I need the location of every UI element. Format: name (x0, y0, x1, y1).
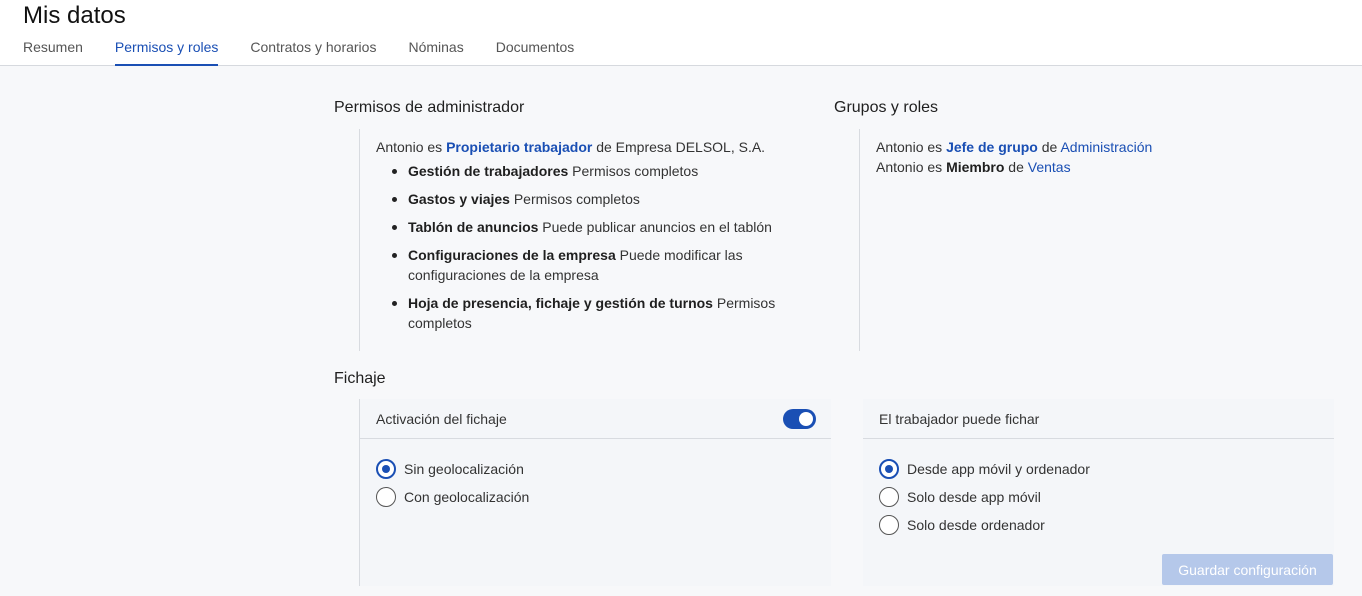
radio-sin-geolocalizacion[interactable]: Sin geolocalización (376, 459, 524, 479)
activation-toggle[interactable] (783, 409, 816, 429)
page-title: Mis datos (23, 2, 126, 29)
radio-label: Solo desde app móvil (907, 489, 1041, 505)
group-line-2: Antonio es Miembro de Ventas (876, 159, 1071, 175)
radio-unchecked[interactable] (879, 487, 899, 507)
permission-name: Gestión de trabajadores (408, 163, 569, 179)
group-line-text: de (1004, 159, 1028, 175)
permission-name: Configuraciones de la empresa (408, 247, 616, 263)
admin-permissions-list: Gestión de trabajadores Permisos complet… (392, 161, 792, 341)
tab-documentos[interactable]: Documentos (496, 38, 575, 66)
worker-panel-header: El trabajador puede fichar (863, 399, 1334, 439)
role-link-propietario[interactable]: Propietario trabajador (446, 139, 592, 155)
list-item: Configuraciones de la empresa Puede modi… (392, 245, 762, 285)
permission-desc: Puede publicar anuncios en el tablón (538, 219, 772, 235)
tab-nominas[interactable]: Nóminas (408, 38, 463, 66)
activation-panel: Activación del fichaje Sin geolocalizaci… (360, 399, 831, 586)
admin-intro: Antonio es Propietario trabajador de Emp… (376, 139, 765, 155)
group-line-text: de (1037, 139, 1061, 155)
admin-permissions-title: Permisos de administrador (334, 99, 525, 116)
tab-contratos-y-horarios[interactable]: Contratos y horarios (250, 38, 376, 66)
group-line-text: Antonio es (876, 159, 947, 175)
role-link-jefe[interactable]: Jefe de grupo (946, 139, 1038, 155)
radio-solo-ordenador[interactable]: Solo desde ordenador (879, 515, 1045, 535)
tab-bar: Resumen Permisos y roles Contratos y hor… (23, 38, 606, 66)
activation-panel-header: Activación del fichaje (360, 399, 831, 439)
role-miembro: Miembro (946, 159, 1005, 175)
worker-label: El trabajador puede fichar (879, 411, 1040, 427)
admin-intro-company: de Empresa DELSOL, S.A. (592, 139, 766, 155)
list-item: Tablón de anuncios Puede publicar anunci… (392, 217, 792, 237)
save-configuration-button[interactable]: Guardar configuración (1162, 554, 1333, 585)
list-item: Gastos y viajes Permisos completos (392, 189, 792, 209)
radio-label: Desde app móvil y ordenador (907, 461, 1090, 477)
radio-unchecked[interactable] (879, 515, 899, 535)
list-item: Hoja de presencia, fichaje y gestión de … (392, 293, 787, 333)
permission-name: Tablón de anuncios (408, 219, 539, 235)
header: Mis datos Resumen Permisos y roles Contr… (0, 0, 1362, 66)
list-item: Gestión de trabajadores Permisos complet… (392, 161, 792, 181)
group-link-ventas[interactable]: Ventas (1028, 159, 1071, 175)
permission-name: Gastos y viajes (408, 191, 510, 207)
admin-intro-subject: Antonio es (376, 139, 447, 155)
fichaje-title: Fichaje (334, 370, 386, 387)
radio-app-y-ordenador[interactable]: Desde app móvil y ordenador (879, 459, 1090, 479)
activation-label: Activación del fichaje (376, 411, 507, 427)
radio-solo-app[interactable]: Solo desde app móvil (879, 487, 1041, 507)
permission-desc: Permisos completos (568, 163, 699, 179)
tab-resumen[interactable]: Resumen (23, 38, 83, 66)
radio-label: Solo desde ordenador (907, 517, 1045, 533)
tab-permisos-y-roles[interactable]: Permisos y roles (114, 38, 219, 66)
permission-name: Hoja de presencia, fichaje y gestión de … (408, 295, 713, 311)
radio-unchecked[interactable] (376, 487, 396, 507)
group-link-administracion[interactable]: Administración (1060, 139, 1152, 155)
radio-checked[interactable] (879, 459, 899, 479)
group-line-1: Antonio es Jefe de grupo de Administraci… (876, 139, 1152, 155)
radio-checked[interactable] (376, 459, 396, 479)
groups-divider (859, 129, 860, 351)
permission-desc: Permisos completos (509, 191, 640, 207)
groups-roles-title: Grupos y roles (834, 99, 939, 116)
toggle-knob (799, 412, 813, 426)
admin-divider (359, 129, 360, 351)
group-line-text: Antonio es (876, 139, 947, 155)
radio-label: Con geolocalización (404, 489, 530, 505)
radio-label: Sin geolocalización (404, 461, 524, 477)
radio-con-geolocalizacion[interactable]: Con geolocalización (376, 487, 529, 507)
